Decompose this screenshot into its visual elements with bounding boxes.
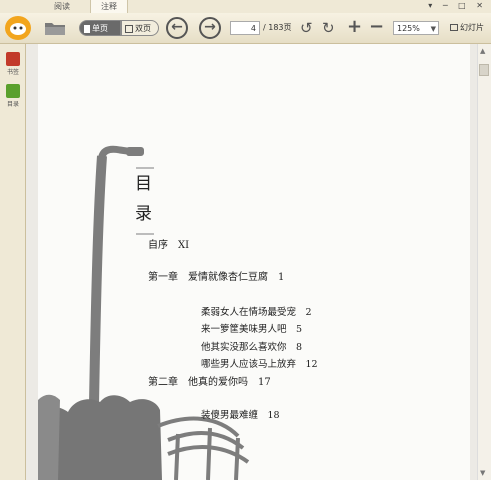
tab-read[interactable]: 阅读 [45, 0, 79, 13]
slideshow-button[interactable]: 幻灯片 [450, 21, 484, 35]
sidebar-item-label: 书签 [6, 69, 19, 76]
toc-entry[interactable]: 装傻男最难缠 18 [201, 407, 280, 421]
scrollbar-thumb[interactable] [479, 64, 489, 76]
slideshow-label: 幻灯片 [460, 23, 484, 32]
single-page-icon [84, 24, 90, 33]
sidebar-item-label: 目录 [6, 101, 19, 108]
rotate-right-icon[interactable]: ↻ [322, 19, 335, 37]
open-folder-icon[interactable] [44, 20, 66, 36]
double-page-label: 双页 [135, 24, 151, 33]
total-pages: / 183页 [263, 23, 292, 32]
tab-annotate[interactable]: 注释 [90, 0, 128, 13]
toc-entry[interactable]: 哪些男人应该马上放弃 12 [201, 356, 318, 370]
zoom-value: 125% [397, 24, 420, 33]
single-page-label: 单页 [92, 24, 108, 33]
sidebar-item-bookmark[interactable]: 书签 [3, 52, 23, 76]
bookmark-icon [6, 52, 20, 66]
double-page-icon [125, 24, 133, 33]
rotate-left-icon[interactable]: ↺ [300, 19, 313, 37]
window-controls[interactable]: ▾ ─ □ ✕ [428, 1, 487, 10]
chevron-down-icon: ▼ [430, 25, 436, 33]
toc-entry[interactable]: 柔弱女人在情场最受宠 2 [201, 304, 312, 318]
scroll-down-icon[interactable]: ▼ [480, 469, 485, 477]
scroll-up-icon[interactable]: ▲ [480, 47, 485, 55]
sidebar [0, 44, 26, 480]
vertical-scrollbar[interactable] [477, 44, 491, 480]
sidebar-item-toc[interactable]: 目录 [3, 84, 23, 108]
page-number-input[interactable]: 4 [230, 21, 260, 35]
double-page-button[interactable]: 双页 [121, 20, 159, 36]
next-page-icon[interactable]: → [199, 17, 221, 39]
toc-entry[interactable]: 来一箩筐美味男人吧 5 [201, 321, 302, 335]
single-page-button[interactable]: 单页 [79, 20, 121, 36]
zoom-in-icon[interactable]: + [347, 17, 362, 37]
book-page: 目 录 自序 XI 第一章 爱情就像杏仁豆腐 1 柔弱女人在情场最受宠 2 来一… [38, 44, 470, 480]
contents-heading-1: 目 [135, 174, 152, 194]
toc-entry-chapter-1[interactable]: 第一章 爱情就像杏仁豆腐 1 [148, 268, 284, 283]
zoom-out-icon[interactable]: − [369, 17, 384, 37]
toc-entry[interactable]: 他其实没那么喜欢你 8 [201, 339, 302, 353]
toc-entry-preface[interactable]: 自序 XI [148, 236, 189, 251]
app-logo-icon[interactable] [3, 14, 33, 42]
previous-page-icon[interactable]: ← [166, 17, 188, 39]
slideshow-icon [450, 24, 458, 31]
toc-entry-chapter-2[interactable]: 第二章 他真的爱你吗 17 [148, 373, 271, 388]
contents-heading-2: 录 [135, 204, 152, 224]
toc-icon [6, 84, 20, 98]
zoom-select[interactable]: 125% ▼ [393, 21, 439, 35]
